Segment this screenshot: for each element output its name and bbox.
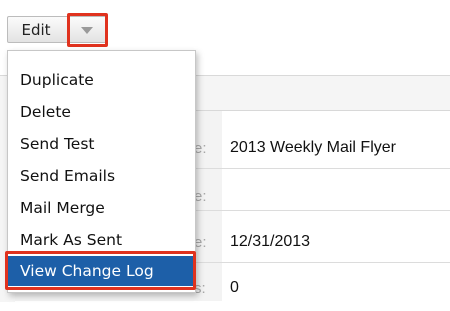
chevron-down-icon — [81, 27, 93, 34]
field-value-count: 0 — [230, 279, 239, 296]
menu-item-label: Mark As Sent — [20, 231, 123, 249]
menu-item-label: View Change Log — [20, 262, 154, 280]
edit-button-label: Edit — [21, 20, 51, 39]
menu-item-duplicate[interactable]: Duplicate — [8, 65, 195, 95]
menu-item-view-change-log[interactable]: View Change Log — [8, 256, 195, 286]
menu-item-label: Send Test — [20, 135, 95, 153]
menu-item-mark-as-sent[interactable]: Mark As Sent — [8, 225, 195, 255]
edit-button[interactable]: Edit — [7, 16, 69, 43]
menu-item-label: Duplicate — [20, 71, 94, 89]
menu-item-mail-merge[interactable]: Mail Merge — [8, 193, 195, 223]
menu-item-label: Delete — [20, 103, 71, 121]
menu-item-label: Send Emails — [20, 167, 116, 185]
actions-dropdown-toggle[interactable] — [69, 16, 106, 43]
menu-item-send-emails[interactable]: Send Emails — [8, 161, 195, 191]
menu-item-label: Mail Merge — [20, 199, 105, 217]
field-value-name: 2013 Weekly Mail Flyer — [230, 139, 396, 156]
menu-item-send-test[interactable]: Send Test — [8, 129, 195, 159]
field-value-date: 12/31/2013 — [230, 233, 311, 250]
actions-dropdown-menu: Duplicate Delete Send Test Send Emails M… — [7, 50, 196, 293]
menu-item-delete[interactable]: Delete — [8, 97, 195, 127]
